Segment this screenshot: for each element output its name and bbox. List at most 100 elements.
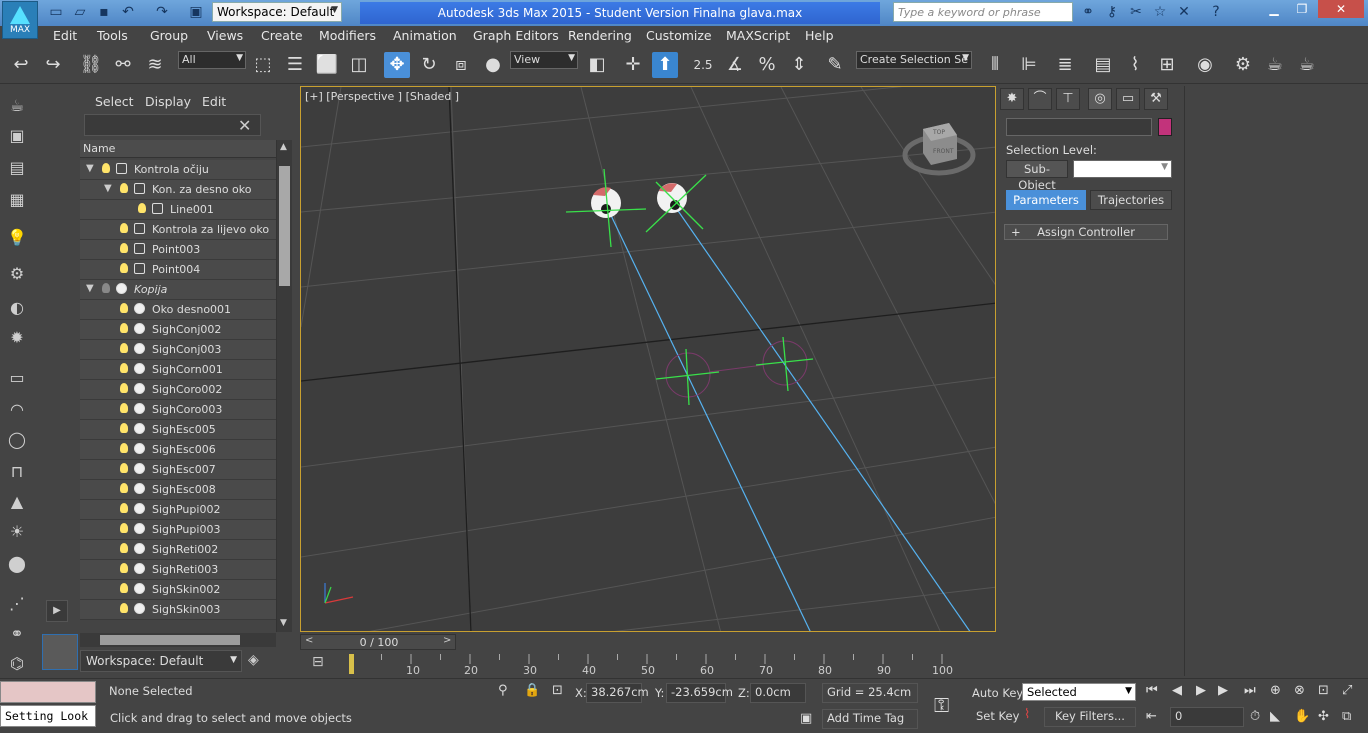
name-column-header[interactable]: Name (80, 140, 276, 158)
visibility-bulb-icon[interactable] (120, 323, 128, 333)
x-coordinate-input[interactable]: 38.267cm (586, 683, 649, 703)
menu-graph-editors[interactable]: Graph Editors (473, 28, 559, 43)
minimize-icon[interactable]: ▁ (1260, 0, 1288, 18)
select-and-scale-icon[interactable]: ⧈ (448, 52, 474, 78)
scene-object-row[interactable]: SighReti003 (80, 560, 276, 580)
selection-lock-icon[interactable]: 🔒 (524, 683, 540, 698)
basket-icon[interactable]: ⊓ (5, 462, 29, 484)
named-selection-dropdown[interactable]: Create Selection Se ▼ (856, 51, 972, 69)
render-production-icon[interactable]: ☕ (1294, 52, 1320, 78)
plane-icon[interactable]: ▭ (5, 368, 29, 390)
explorer-search-input[interactable] (84, 114, 261, 136)
time-configuration-icon[interactable]: ⏱ (1250, 709, 1260, 724)
document-icon[interactable]: ▤ (5, 158, 29, 180)
scroll-down-icon[interactable]: ▼ (280, 618, 287, 628)
menu-group[interactable]: Group (150, 28, 188, 43)
redo-icon[interactable]: ↷ (152, 3, 172, 21)
menu-edit[interactable]: Edit (53, 28, 77, 43)
joint-icon[interactable]: ⚭ (5, 624, 29, 646)
play-arrow-icon[interactable]: ▶ (46, 600, 68, 622)
time-tag-icon[interactable]: ▣ (800, 711, 812, 726)
set-key-key-icon[interactable]: ⚿ (934, 693, 949, 717)
menu-help[interactable]: Help (805, 28, 834, 43)
percent-snap-icon[interactable]: % (754, 52, 780, 78)
key-mode-toggle-icon[interactable]: ⇤ (1146, 709, 1157, 724)
scene-object-row[interactable]: Kontrola za lijevo oko (80, 220, 276, 240)
scene-object-row[interactable]: ▼ Kopija (80, 280, 276, 300)
time-slider[interactable]: < 0 / 100 > (300, 634, 456, 650)
set-key-button[interactable]: Set Key (976, 709, 1019, 723)
trajectories-button[interactable]: Trajectories (1090, 190, 1172, 210)
go-to-end-icon[interactable]: ⏭ (1244, 683, 1256, 698)
slider-next-icon[interactable]: > (443, 635, 451, 646)
add-time-tag-button[interactable]: Add Time Tag (822, 709, 918, 729)
explorer-vertical-scrollbar[interactable]: ▲ ▼ (276, 140, 292, 632)
sub-object-dropdown[interactable]: ▼ (1073, 160, 1172, 178)
scene-object-row[interactable]: SighReti002 (80, 540, 276, 560)
favorites-star-icon[interactable]: ☆ (1150, 3, 1170, 21)
visibility-bulb-icon[interactable] (102, 283, 110, 293)
particles-icon[interactable]: ⋰ (5, 594, 29, 616)
menu-rendering[interactable]: Rendering (568, 28, 632, 43)
scene-object-row[interactable]: SighSkin003 (80, 600, 276, 620)
window-crossing-icon[interactable]: ◫ (346, 52, 372, 78)
search-input[interactable]: Type a keyword or phrase (893, 2, 1073, 22)
field-of-view-icon[interactable]: ◣ (1270, 709, 1280, 724)
project-folder-icon[interactable]: ▣ (186, 3, 206, 21)
snaps-toggle-button[interactable]: 2.5 (690, 52, 716, 78)
visibility-bulb-icon[interactable] (120, 583, 128, 593)
visibility-bulb-icon[interactable] (120, 383, 128, 393)
scrollbar-thumb[interactable] (279, 166, 290, 286)
visibility-bulb-icon[interactable] (120, 303, 128, 313)
render-setup-icon[interactable]: ⚙ (1230, 52, 1256, 78)
subscription-icon[interactable]: ⚷ (1102, 3, 1122, 21)
scrollbar-thumb[interactable] (100, 635, 240, 645)
explorer-workspace-dropdown[interactable]: Workspace: Default ▼ (80, 650, 242, 672)
undo-icon[interactable]: ↶ (118, 3, 138, 21)
scene-object-row[interactable]: Point004 (80, 260, 276, 280)
perspective-viewport[interactable]: TOP FRONT [+] [Perspective ] [Shaded ] (300, 86, 996, 632)
visibility-bulb-icon[interactable] (120, 503, 128, 513)
expand-arrow-icon[interactable]: ▼ (86, 283, 94, 294)
current-frame-input[interactable]: 0 (1170, 707, 1244, 727)
key-filters-button[interactable]: Key Filters... (1044, 707, 1136, 727)
grid-icon[interactable]: ▦ (5, 190, 29, 212)
z-coordinate-input[interactable]: 0.0cm (750, 683, 806, 703)
menu-tools[interactable]: Tools (97, 28, 128, 43)
visibility-bulb-icon[interactable] (120, 243, 128, 253)
zoom-extents-all-icon[interactable]: ⤢ (1342, 683, 1352, 698)
explorer-tab-display[interactable]: Display (145, 94, 191, 109)
explorer-tab-select[interactable]: Select (95, 94, 134, 109)
scene-object-row[interactable]: Oko desno001 (80, 300, 276, 320)
bind-space-warp-icon[interactable]: ≋ (142, 52, 168, 78)
menu-animation[interactable]: Animation (393, 28, 457, 43)
visibility-bulb-icon[interactable] (120, 523, 128, 533)
expand-arrow-icon[interactable]: ▼ (104, 183, 112, 194)
visibility-bulb-icon[interactable] (120, 263, 128, 273)
maximize-viewport-icon[interactable]: ⧉ (1342, 709, 1351, 724)
camera-icon[interactable]: ⚙ (5, 264, 29, 286)
maximize-icon[interactable]: ❐ (1288, 0, 1316, 18)
save-file-icon[interactable]: ▪ (94, 3, 114, 21)
cone-icon[interactable]: ▲ (5, 492, 29, 514)
reference-coordinate-dropdown[interactable]: View ▼ (510, 51, 578, 69)
sub-object-button[interactable]: Sub-Object (1006, 160, 1068, 192)
visibility-bulb-icon[interactable] (120, 463, 128, 473)
edit-named-selection-icon[interactable]: ✎ (822, 52, 848, 78)
scene-object-row[interactable]: SighConj003 (80, 340, 276, 360)
film-icon[interactable]: ✹ (5, 328, 29, 350)
key-curve-icon[interactable]: ⌇ (1024, 707, 1030, 722)
open-file-icon[interactable]: ▱ (70, 3, 90, 21)
explorer-horizontal-scrollbar[interactable] (80, 633, 276, 647)
select-and-rotate-icon[interactable]: ↻ (416, 52, 442, 78)
visibility-bulb-icon[interactable] (120, 363, 128, 373)
spinner-snap-icon[interactable]: ⇕ (786, 52, 812, 78)
display-tab-icon[interactable]: ▭ (1116, 88, 1140, 110)
zoom-icon[interactable]: ⊕ (1270, 683, 1281, 698)
sun-icon[interactable]: ☀ (5, 522, 29, 544)
disc-icon[interactable]: ⬤ (5, 554, 29, 576)
layer-manager-icon[interactable]: ≣ (1052, 52, 1078, 78)
menu-modifiers[interactable]: Modifiers (319, 28, 376, 43)
absolute-transform-icon[interactable]: ⊡ (552, 683, 563, 698)
visibility-bulb-icon[interactable] (102, 163, 110, 173)
